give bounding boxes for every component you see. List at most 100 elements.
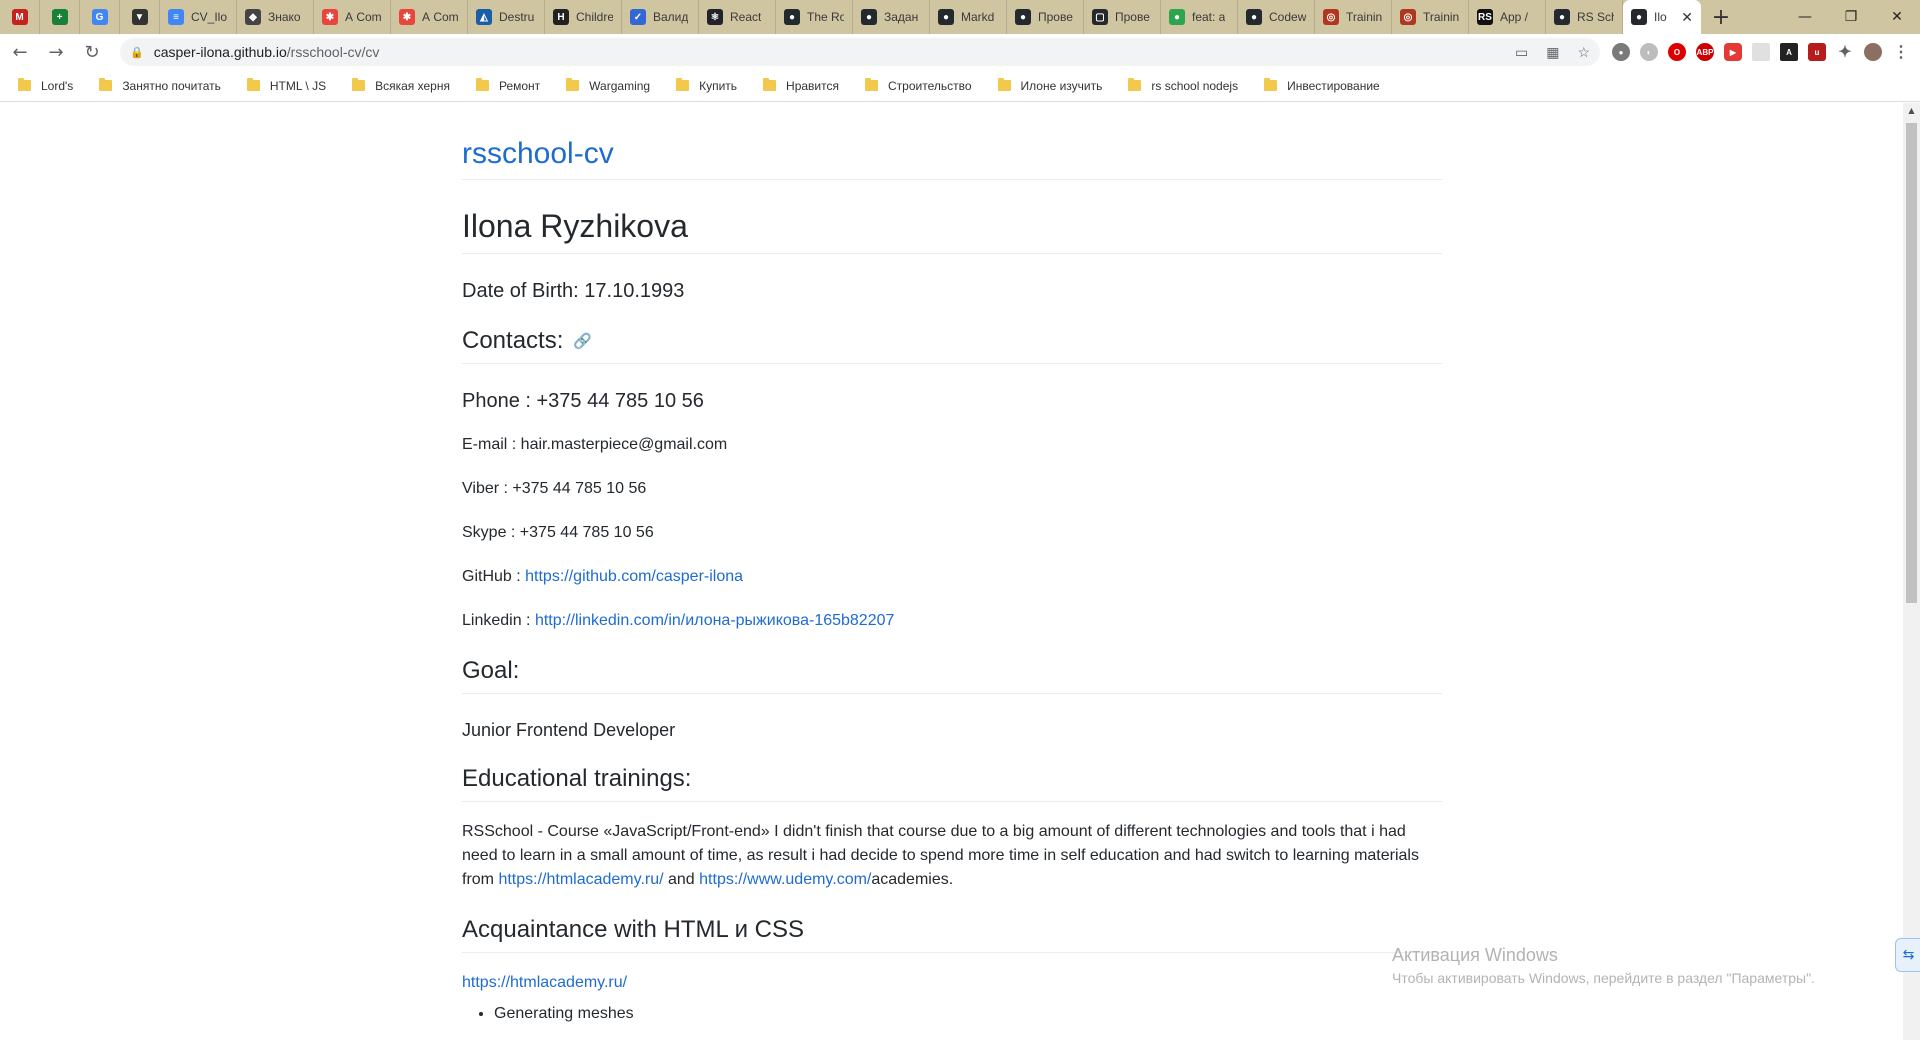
opera-icon[interactable]: O [1668, 43, 1686, 61]
reload-icon[interactable]: ↻ [76, 36, 108, 68]
tab-title: Валид [653, 10, 689, 24]
bookmark-label: rs school nodejs [1151, 78, 1239, 93]
teamviewer-icon[interactable]: ⇆ [1895, 938, 1920, 972]
url-text[interactable]: casper-ilona.github.io/rsschool-cv/cv [154, 44, 1515, 60]
browser-tab[interactable]: ◭ Destru [468, 0, 545, 34]
tab-title: А Com [422, 10, 459, 24]
tab-title: React [730, 10, 762, 24]
folder-icon [99, 78, 113, 91]
qr-icon[interactable]: ▦ [1546, 44, 1559, 61]
folder-icon [246, 78, 260, 91]
browser-tab[interactable]: RS App / [1469, 0, 1546, 34]
browser-tab[interactable]: G [80, 0, 120, 34]
browser-tab[interactable]: ● Прове [1007, 0, 1084, 34]
bookmark-folder[interactable]: Wargaming [566, 78, 650, 93]
tab-title: Знако [268, 10, 301, 24]
browser-tab[interactable]: ● The Ro [776, 0, 853, 34]
browser-tab[interactable]: ✱ А Com [314, 0, 391, 34]
scrollbar-thumb[interactable] [1906, 123, 1917, 603]
browser-tab[interactable]: ✓ Валид [622, 0, 699, 34]
browser-tab[interactable]: + [40, 0, 80, 34]
restore-icon[interactable]: ❐ [1828, 0, 1874, 34]
bookmark-folder[interactable]: Инвестирование [1264, 78, 1380, 93]
phone: Phone : +375 44 785 10 56 [462, 390, 704, 412]
bookmark-folder[interactable]: Купить [676, 78, 737, 93]
bookmark-folder[interactable]: HTML \ JS [246, 78, 326, 93]
cv-content: rsschool-cv Ilona Ryzhikova Date of Birt… [462, 103, 1442, 1023]
browser-tab[interactable]: ● Codew [1238, 0, 1315, 34]
bookmarks-bar: Lord's Занятно почитать HTML \ JS Всякая хе… [0, 70, 1920, 102]
browser-tab[interactable]: ≡ CV_Ilo [160, 0, 237, 34]
site-title[interactable]: rsschool-cv [462, 137, 1442, 180]
browser-tab[interactable]: ⚛ React [699, 0, 776, 34]
browser-tab[interactable]: ● Задан [853, 0, 930, 34]
tab-title: Прове [1115, 10, 1150, 24]
browser-tab[interactable]: ▢ Прове [1084, 0, 1161, 34]
anchor-link-icon[interactable]: 🔗 [573, 332, 592, 350]
tab-title: А Com [345, 10, 382, 24]
browser-tab[interactable]: ● feat: a [1161, 0, 1238, 34]
folder-icon [763, 78, 777, 91]
adblock-icon[interactable]: ABP [1696, 43, 1714, 61]
github-link[interactable]: https://github.com/casper-ilona [525, 568, 743, 585]
bookmark-folder[interactable]: Илоне изучить [997, 78, 1103, 93]
bookmark-folder[interactable]: Lord's [18, 78, 73, 93]
ublock-icon[interactable]: u [1808, 43, 1826, 61]
bookmark-folder[interactable]: Нравится [763, 78, 839, 93]
tab-title: Trainin [1346, 10, 1383, 24]
browser-tab[interactable]: ✱ А Com [391, 0, 468, 34]
address-bar[interactable]: 🔒 casper-ilona.github.io/rsschool-cv/cv … [120, 38, 1600, 66]
watermark-title: Активация Windows [1392, 945, 1558, 965]
cast-icon[interactable]: ▭ [1515, 44, 1528, 61]
mdn-icon: ◭ [476, 9, 492, 25]
github-icon: ● [784, 9, 800, 25]
puzzle-icon[interactable]: ✦ [1836, 43, 1854, 61]
extension-icon[interactable]: ▶ [1724, 43, 1742, 61]
browser-tab[interactable]: ● RS Sch [1546, 0, 1623, 34]
bookmark-folder[interactable]: Занятно почитать [99, 78, 221, 93]
udemy-link[interactable]: https://www.udemy.com/ [699, 871, 871, 888]
htmlacademy-link[interactable]: https://htmlacademy.ru/ [498, 871, 663, 888]
browser-tab[interactable]: ▼ [120, 0, 160, 34]
bookmark-folder[interactable]: Строительство [865, 78, 972, 93]
tab-title: CV_Ilo [191, 10, 228, 24]
page-title: Ilona Ryzhikova [462, 208, 1442, 254]
browser-tab[interactable]: ◎ Trainin [1392, 0, 1469, 34]
new-tab-icon[interactable]: + [1707, 3, 1735, 31]
htmlacademy-link-2[interactable]: https://htmlacademy.ru/ [462, 974, 627, 991]
extension-icon[interactable]: ◐ [1640, 43, 1658, 61]
extension-icon[interactable] [1752, 43, 1770, 61]
bookmark-folder[interactable]: Всякая херня [352, 78, 450, 93]
github-icon: ● [1169, 9, 1185, 25]
tab-title: Destru [499, 10, 535, 24]
linkedin-label: Linkedin : [462, 612, 535, 629]
date-of-birth: Date of Birth: 17.10.1993 [462, 280, 685, 302]
browser-tab[interactable]: ◎ Trainin [1315, 0, 1392, 34]
tab-title: Ilo [1654, 10, 1667, 24]
page-scrollbar[interactable]: ▲ [1903, 103, 1920, 1040]
lock-icon[interactable]: 🔒 [130, 46, 144, 59]
browser-tab[interactable]: M [0, 0, 40, 34]
tab-close-icon[interactable]: ✕ [1681, 9, 1693, 26]
browser-tab[interactable]: ◆ Знако [237, 0, 314, 34]
extension-icon[interactable]: A [1780, 43, 1798, 61]
bookmark-folder[interactable]: rs school nodejs [1128, 78, 1239, 93]
extension-icon[interactable]: ● [1612, 43, 1630, 61]
browser-tab[interactable]: H Childre [545, 0, 622, 34]
avatar[interactable] [1864, 43, 1882, 61]
html-skills-list: Generating meshes [462, 1005, 1442, 1023]
skype: Skype : +375 44 785 10 56 [462, 524, 654, 541]
bookmark-folder[interactable]: Ремонт [475, 78, 540, 93]
scroll-up-icon[interactable]: ▲ [1903, 103, 1920, 117]
bookmark-label: Илоне изучить [1020, 78, 1103, 93]
bookmark-star-icon[interactable]: ☆ [1577, 44, 1590, 61]
browser-tab[interactable]: ● Markd [930, 0, 1007, 34]
minimize-icon[interactable]: — [1782, 0, 1828, 34]
back-icon[interactable]: ← [4, 36, 36, 68]
forward-icon[interactable]: → [40, 36, 72, 68]
html-css-heading: Acquaintance with HTML и CSS [462, 916, 1442, 953]
linkedin-link[interactable]: http://linkedin.com/in/илона-рыжикова-16… [535, 612, 894, 629]
menu-kebab-icon[interactable]: ⋮ [1892, 43, 1910, 61]
close-window-icon[interactable]: ✕ [1874, 0, 1920, 34]
browser-tab[interactable]: ● Ilo ✕ [1623, 0, 1701, 34]
